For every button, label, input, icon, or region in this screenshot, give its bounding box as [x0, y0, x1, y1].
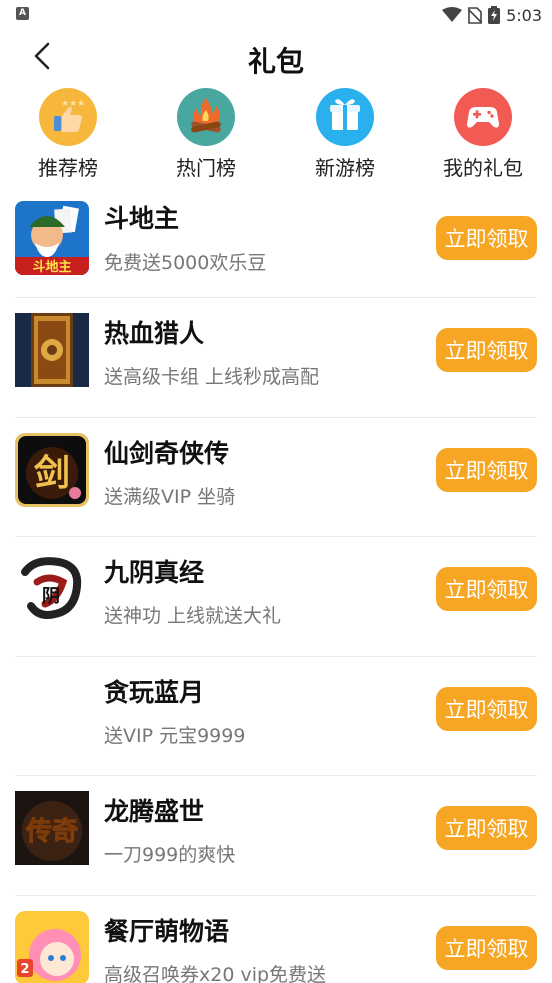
claim-button[interactable]: 立即领取	[436, 328, 537, 372]
game-name: 斗地主	[104, 204, 180, 233]
category-my-gifts[interactable]: 我的礼包	[423, 88, 543, 181]
app-header: 礼包	[0, 30, 552, 84]
game-name: 龙腾盛世	[104, 797, 205, 826]
thumbnail-label: 斗地主	[32, 259, 71, 275]
game-description: 送神功 上线就送大礼	[104, 605, 282, 627]
list-item[interactable]: 传奇 龙腾盛世 一刀999的爽快 立即领取	[0, 776, 552, 896]
category-label: 新游榜	[315, 156, 375, 180]
category-label: 我的礼包	[443, 156, 523, 180]
game-thumbnail	[15, 313, 89, 387]
page-title: 礼包	[247, 45, 304, 78]
game-description: 送高级卡组 上线秒成高配	[104, 366, 320, 388]
game-thumbnail: 传奇	[15, 791, 89, 865]
thumbnail-label: 2	[20, 962, 29, 977]
list-item[interactable]: 剑 仙剑奇侠传 送满级VIP 坐骑 立即领取	[0, 418, 552, 538]
game-name: 餐厅萌物语	[104, 916, 230, 946]
gift-list: 斗地主 斗地主 免费送5000欢乐豆 立即领取 热血猎人 送高级卡组 上线秒成高…	[0, 186, 552, 983]
category-hot[interactable]: 热门榜	[146, 88, 266, 181]
game-thumbnail: 2	[15, 910, 89, 983]
no-sim-icon	[468, 6, 483, 24]
campfire-icon	[177, 88, 235, 146]
game-name: 仙剑奇侠传	[104, 438, 230, 468]
claim-button[interactable]: 立即领取	[436, 567, 537, 611]
wifi-icon	[442, 7, 463, 22]
battery-charging-icon	[488, 6, 501, 24]
game-description: 高级召唤券x20 vip免费送	[104, 963, 327, 983]
list-item[interactable]: 2 餐厅萌物语 高级召唤券x20 vip免费送 立即领取	[0, 896, 552, 983]
claim-button[interactable]: 立即领取	[436, 925, 537, 970]
gamepad-icon	[454, 88, 512, 146]
svg-text:★★★: ★★★	[61, 99, 85, 109]
clock: 5:03	[506, 5, 542, 25]
game-thumbnail: 剑	[15, 432, 89, 507]
list-item[interactable]: 阴 九阴真经 送神功 上线就送大礼 立即领取	[0, 537, 552, 657]
thumbnail-label: 传奇	[25, 817, 78, 847]
status-bar: A 5:03	[0, 0, 552, 30]
claim-button[interactable]: 立即领取	[436, 447, 537, 492]
game-name: 贪玩蓝月	[104, 677, 205, 707]
claim-button[interactable]: 立即领取	[436, 806, 537, 850]
category-new[interactable]: 新游榜	[285, 88, 405, 181]
game-description: 一刀999的爽快	[104, 844, 236, 866]
thumbnail-label: 阴	[42, 586, 60, 607]
game-name: 热血猎人	[104, 319, 205, 348]
status-icons: 5:03	[442, 4, 542, 26]
list-item[interactable]: 热血猎人 送高级卡组 上线秒成高配 立即领取	[0, 298, 552, 418]
category-label: 热门榜	[176, 156, 236, 180]
notification-icon: A	[16, 7, 29, 20]
game-description: 送满级VIP 坐骑	[104, 485, 236, 508]
list-item[interactable]: 贪玩蓝月 送VIP 元宝9999 立即领取	[0, 657, 552, 777]
thumbs-up-icon: ★★★	[39, 88, 97, 146]
claim-button[interactable]: 立即领取	[436, 216, 537, 260]
category-recommended[interactable]: ★★★ 推荐榜	[8, 88, 128, 181]
game-name: 九阴真经	[104, 558, 205, 587]
thumbnail-label: 剑	[34, 452, 70, 494]
category-label: 推荐榜	[38, 156, 98, 180]
game-thumbnail: 斗地主	[15, 201, 89, 275]
list-item[interactable]: 斗地主 斗地主 免费送5000欢乐豆 立即领取	[0, 186, 552, 298]
category-row: ★★★ 推荐榜 热门榜 新游榜 我的礼包	[0, 88, 552, 184]
claim-button[interactable]: 立即领取	[436, 686, 537, 731]
game-description: 送VIP 元宝9999	[104, 724, 246, 747]
game-description: 免费送5000欢乐豆	[104, 252, 267, 274]
gift-box-icon	[316, 88, 374, 146]
game-thumbnail: 阴	[15, 552, 89, 626]
